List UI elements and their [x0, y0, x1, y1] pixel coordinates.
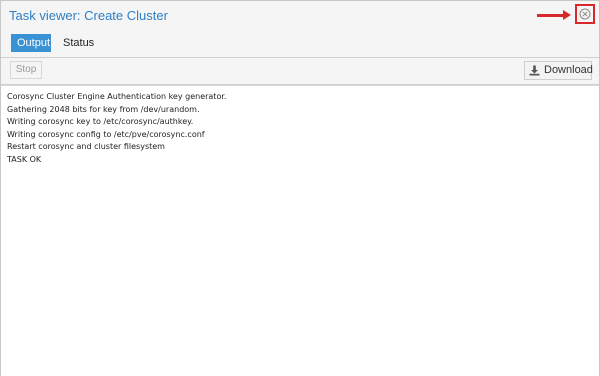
close-circle-icon	[579, 8, 591, 20]
download-label: Download	[544, 64, 593, 76]
stop-button[interactable]: Stop	[10, 61, 42, 79]
log-line: TASK OK	[7, 154, 42, 164]
log-line: Writing corosync key to /etc/corosync/au…	[7, 117, 194, 126]
tab-bar: Output Status	[1, 31, 599, 55]
log-output: Corosync Cluster Engine Authentication k…	[7, 91, 226, 166]
task-output-panel: Corosync Cluster Engine Authentication k…	[1, 85, 599, 376]
log-line: Restart corosync and cluster filesystem	[7, 142, 165, 151]
window-title: Task viewer: Create Cluster	[9, 8, 168, 23]
toolbar: Stop Download	[1, 57, 599, 85]
log-line: Corosync Cluster Engine Authentication k…	[7, 92, 227, 101]
task-viewer-window: Task viewer: Create Cluster Output Statu…	[0, 0, 600, 376]
download-icon	[529, 65, 540, 76]
tab-status[interactable]: Status	[57, 34, 100, 52]
title-bar: Task viewer: Create Cluster	[1, 1, 599, 31]
tab-output[interactable]: Output	[11, 34, 51, 52]
red-arrow-head	[563, 10, 571, 20]
log-line: Gathering 2048 bits for key from /dev/ur…	[7, 104, 200, 114]
close-button[interactable]	[575, 4, 595, 24]
log-line: Writing corosync config to /etc/pve/coro…	[7, 129, 205, 139]
download-button[interactable]: Download	[524, 61, 593, 80]
